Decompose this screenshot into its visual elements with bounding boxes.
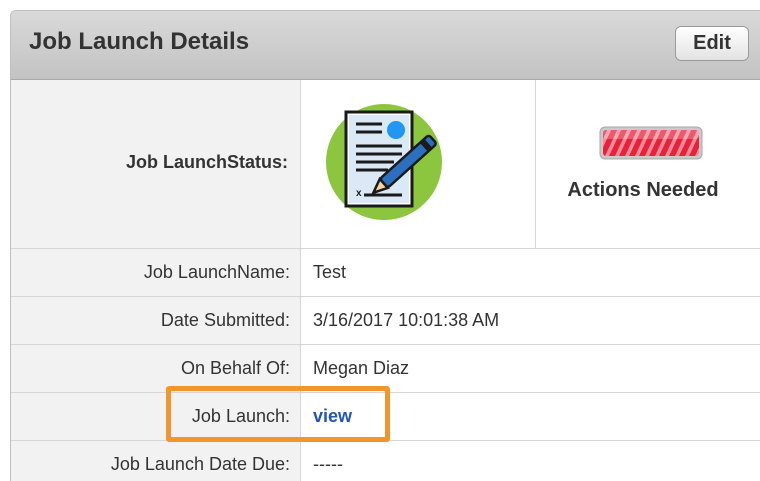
job-launch-view-link[interactable]: view — [313, 406, 352, 427]
status-label-cell: Job LaunchStatus: — [11, 80, 301, 248]
status-row: Job LaunchStatus: x Actions Needed — [11, 80, 760, 249]
status-label: Job LaunchStatus: — [125, 152, 288, 172]
svg-text:x: x — [356, 188, 362, 199]
job-launch-date-due-label: Job Launch Date Due: — [110, 454, 290, 474]
status-indicator-bar — [599, 126, 703, 160]
panel-header: Job Launch Details Edit — [11, 11, 760, 80]
detail-label-cell: On Behalf Of: — [11, 345, 301, 392]
job-launch-row: Job Launch: view — [11, 393, 760, 441]
job-launch-name-row: Job LaunchName: Test — [11, 249, 760, 297]
job-launch-label: Job Launch: — [191, 406, 290, 426]
date-submitted-value: 3/16/2017 10:01:38 AM — [313, 310, 500, 330]
detail-label-cell: Date Submitted: — [11, 297, 301, 344]
on-behalf-of-label: On Behalf Of: — [180, 358, 290, 378]
job-launch-date-due-row: Job Launch Date Due: ----- — [11, 441, 760, 481]
document-sign-icon: x — [326, 104, 442, 220]
detail-value-cell: Megan Diaz — [301, 345, 760, 392]
job-launch-details-panel: Job Launch Details Edit Job LaunchStatus… — [10, 10, 760, 481]
detail-label-cell: Job Launch: — [11, 393, 301, 440]
job-launch-name-label: Job LaunchName: — [143, 262, 290, 282]
detail-value-cell: ----- — [301, 441, 760, 481]
date-submitted-label: Date Submitted: — [160, 310, 290, 330]
detail-label-cell: Job Launch Date Due: — [11, 441, 301, 481]
on-behalf-of-value: Megan Diaz — [313, 358, 410, 378]
status-icon-cell: x — [301, 80, 536, 248]
detail-label-cell: Job LaunchName: — [11, 249, 301, 296]
date-submitted-row: Date Submitted: 3/16/2017 10:01:38 AM — [11, 297, 760, 345]
panel-title: Job Launch Details — [29, 28, 250, 55]
edit-button[interactable]: Edit — [675, 26, 749, 61]
detail-value-cell: view — [301, 393, 760, 440]
detail-value-cell: 3/16/2017 10:01:38 AM — [301, 297, 760, 344]
on-behalf-of-row: On Behalf Of: Megan Diaz — [11, 345, 760, 393]
actions-needed-text: Actions Needed — [567, 179, 719, 201]
detail-value-cell: Test — [301, 249, 760, 296]
status-action-cell: Actions Needed — [536, 80, 760, 248]
job-launch-date-due-value: ----- — [313, 454, 343, 474]
job-launch-name-value: Test — [313, 262, 347, 282]
